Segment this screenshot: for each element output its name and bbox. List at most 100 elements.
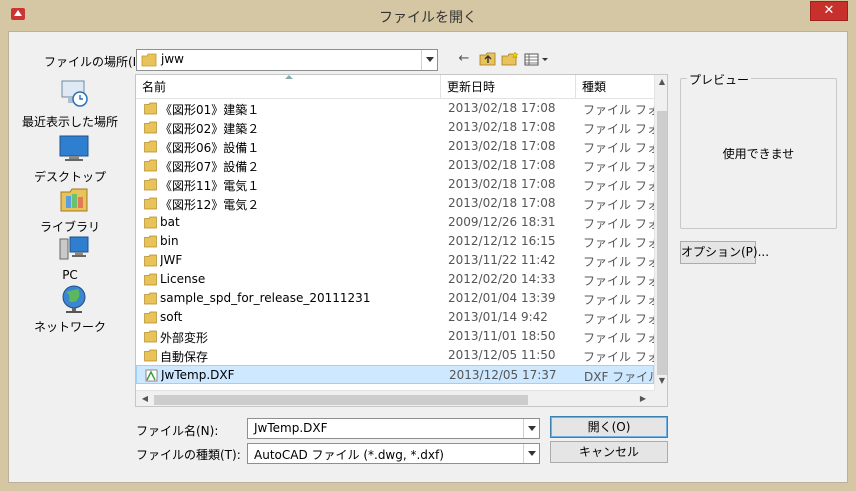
desktop-icon — [59, 135, 89, 161]
table-row[interactable]: 外部変形 2013/11/01 18:50 ファイル フォルダー — [136, 327, 655, 346]
table-row[interactable]: 《図形12》電気２ 2013/02/18 17:08 ファイル フォルダー — [136, 194, 655, 213]
file-name: JwTemp.DXF — [161, 368, 235, 382]
table-row[interactable]: bin 2012/12/12 16:15 ファイル フォルダー — [136, 232, 655, 251]
file-date: 2013/12/05 11:50 — [448, 348, 556, 362]
table-row[interactable]: 自動保存 2013/12/05 11:50 ファイル フォルダー — [136, 346, 655, 365]
file-date: 2013/01/14 9:42 — [448, 310, 548, 324]
file-type: DXF ファイル — [584, 370, 656, 384]
file-type: ファイル フォルダー — [583, 141, 655, 155]
filename-combobox[interactable]: JwTemp.DXF — [247, 418, 540, 439]
horizontal-scrollbar[interactable]: ◀ ▶ — [136, 390, 654, 406]
folder-icon — [141, 53, 157, 67]
location-value: jww — [161, 52, 184, 66]
up-folder-icon[interactable] — [479, 51, 497, 67]
file-name: 《図形06》設備１ — [160, 141, 260, 155]
table-row[interactable]: License 2012/02/20 14:33 ファイル フォルダー — [136, 270, 655, 289]
place-label: ネットワーク — [33, 320, 106, 334]
open-button[interactable]: 開く(O) — [550, 416, 668, 438]
vertical-scrollbar[interactable]: ▲ ▼ — [654, 75, 667, 390]
window-title: ファイルを開く — [379, 10, 477, 26]
view-menu-icon[interactable] — [523, 51, 551, 67]
table-row[interactable]: soft 2013/01/14 9:42 ファイル フォルダー — [136, 308, 655, 327]
sort-ascending-icon — [285, 75, 293, 79]
open-file-dialog: ファイルを開く ✕ ファイルの場所(I): jww ← 最近表示した場所 デスク… — [0, 0, 856, 491]
column-type[interactable]: 種類 — [576, 75, 656, 99]
horizontal-scroll-thumb[interactable] — [154, 395, 528, 405]
file-name: sample_spd_for_release_20111231 — [160, 291, 371, 305]
folder-icon — [144, 311, 157, 324]
file-type: ファイル フォルダー — [583, 312, 655, 326]
column-header: 名前 更新日時 種類 — [136, 75, 654, 99]
folder-icon — [144, 121, 157, 134]
network-icon — [62, 285, 86, 313]
table-row[interactable]: sample_spd_for_release_20111231 2012/01/0… — [136, 289, 655, 308]
chevron-down-icon[interactable] — [523, 444, 539, 463]
file-name: 《図形01》建築１ — [160, 103, 260, 117]
file-date: 2013/02/18 17:08 — [448, 177, 556, 191]
place-label: 最近表示した場所 — [21, 115, 118, 129]
table-row[interactable]: 《図形11》電気１ 2013/02/18 17:08 ファイル フォルダー — [136, 175, 655, 194]
file-date: 2013/11/01 18:50 — [448, 329, 556, 343]
file-date: 2012/01/04 13:39 — [448, 291, 556, 305]
table-row[interactable]: 《図形06》設備１ 2013/02/18 17:08 ファイル フォルダー — [136, 137, 655, 156]
file-date: 2012/02/20 14:33 — [448, 272, 556, 286]
column-date[interactable]: 更新日時 — [441, 75, 576, 99]
cancel-button[interactable]: キャンセル — [550, 441, 668, 463]
place-libraries[interactable]: ライブラリ — [16, 184, 124, 234]
place-network[interactable]: ネットワーク — [16, 284, 124, 334]
table-row[interactable]: 《図形01》建築１ 2013/02/18 17:08 ファイル フォルダー — [136, 99, 655, 118]
recent-places-icon — [61, 80, 88, 107]
file-type: ファイル フォルダー — [583, 255, 655, 269]
scroll-right-icon[interactable]: ▶ — [636, 394, 650, 403]
location-label: ファイルの場所(I): — [44, 55, 145, 69]
vertical-scroll-thumb[interactable] — [657, 111, 667, 375]
folder-icon — [144, 197, 157, 210]
scroll-corner — [654, 390, 667, 406]
folder-icon — [144, 235, 157, 248]
close-button[interactable]: ✕ — [810, 1, 848, 21]
folder-icon — [144, 254, 157, 267]
file-name: JWF — [160, 253, 183, 267]
back-arrow-icon[interactable]: ← — [455, 51, 473, 67]
table-row[interactable]: bat 2009/12/26 18:31 ファイル フォルダー — [136, 213, 655, 232]
file-date: 2013/02/18 17:08 — [448, 158, 556, 172]
file-type: ファイル フォルダー — [583, 293, 655, 307]
file-type: ファイル フォルダー — [583, 236, 655, 250]
folder-icon — [144, 330, 157, 343]
scroll-down-icon[interactable]: ▼ — [655, 376, 667, 385]
location-dropdown[interactable]: jww — [136, 49, 438, 71]
folder-icon — [144, 216, 157, 229]
place-pc[interactable]: PC — [16, 234, 124, 284]
file-list[interactable]: 名前 更新日時 種類 《図形01》建築１ 2013/02/18 17:08 ファイル… — [135, 74, 668, 407]
file-type: ファイル フォルダー — [583, 274, 655, 288]
new-folder-icon[interactable] — [501, 51, 519, 67]
filename-input[interactable]: JwTemp.DXF — [254, 421, 328, 435]
file-type: ファイル フォルダー — [583, 217, 655, 231]
options-button[interactable]: オプション(P)... — [680, 241, 769, 264]
table-row[interactable]: JwTemp.DXF 2013/12/05 17:37 DXF ファイル — [136, 365, 656, 384]
table-row[interactable]: 《図形02》建築２ 2013/02/18 17:08 ファイル フォルダー — [136, 118, 655, 137]
title-bar[interactable]: ファイルを開く ✕ — [0, 0, 856, 31]
table-row[interactable]: JWF 2013/11/22 11:42 ファイル フォルダー — [136, 251, 655, 270]
chevron-down-icon[interactable] — [523, 419, 539, 438]
file-type: ファイル フォルダー — [583, 331, 655, 345]
folder-icon — [144, 159, 157, 172]
file-date: 2013/12/05 17:37 — [449, 368, 557, 382]
chevron-down-icon[interactable] — [421, 50, 437, 70]
file-date: 2009/12/26 18:31 — [448, 215, 556, 229]
scroll-up-icon[interactable]: ▲ — [655, 77, 667, 86]
file-name: 自動保存 — [160, 350, 209, 364]
file-date: 2013/11/22 11:42 — [448, 253, 556, 267]
place-label: デスクトップ — [33, 170, 106, 184]
file-name: License — [160, 272, 206, 286]
filetype-label: ファイルの種類(T): — [136, 448, 241, 462]
table-row[interactable]: 《図形07》設備２ 2013/02/18 17:08 ファイル フォルダー — [136, 156, 655, 175]
file-name: 外部変形 — [160, 331, 209, 345]
preview-title: プレビュー — [687, 71, 752, 88]
scroll-left-icon[interactable]: ◀ — [138, 394, 152, 403]
place-desktop[interactable]: デスクトップ — [16, 134, 124, 184]
file-date: 2013/02/18 17:08 — [448, 196, 556, 210]
filetype-select[interactable]: AutoCAD ファイル (*.dwg, *.dxf) — [247, 443, 540, 464]
place-recent[interactable]: 最近表示した場所 — [16, 79, 124, 129]
preview-message: 使用できませ — [722, 147, 795, 161]
